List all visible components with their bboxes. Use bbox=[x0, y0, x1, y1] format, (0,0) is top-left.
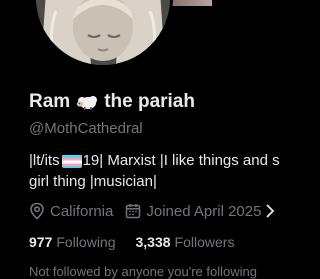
followers-count: 3,338 bbox=[135, 234, 171, 250]
profile-avatar[interactable] bbox=[33, 0, 173, 68]
follow-stats: 977 Following 3,338 Followers bbox=[29, 234, 234, 250]
bio-line-1: |lt/its 19| Marxist |I like things and s bbox=[29, 150, 320, 171]
location-pin-icon bbox=[30, 202, 44, 220]
profile-bio: |lt/its 19| Marxist |I like things and s… bbox=[29, 150, 320, 192]
following-count: 977 bbox=[29, 234, 53, 250]
transgender-flag-icon bbox=[61, 154, 82, 168]
profile-handle: @MothCathedral bbox=[29, 120, 143, 137]
profile-display-name: Ram the pariah bbox=[29, 91, 195, 113]
chevron-right-icon[interactable] bbox=[265, 203, 275, 219]
avatar-illustration bbox=[36, 0, 170, 65]
profile-location: California bbox=[29, 202, 113, 220]
calendar-icon bbox=[126, 204, 141, 219]
bio-line-2: girl thing |musician| bbox=[29, 173, 157, 190]
sheep-icon bbox=[76, 93, 98, 111]
join-date-text: Joined April 2025 bbox=[146, 202, 262, 220]
following-label: Following bbox=[56, 234, 116, 250]
bio-text-start: |lt/its bbox=[29, 152, 60, 169]
display-name-text: Ram bbox=[29, 91, 71, 112]
followers-link[interactable]: 3,338 Followers bbox=[136, 234, 235, 250]
profile-meta-row: California Joined April 2025 bbox=[29, 202, 280, 220]
bio-text-continued: 19| Marxist |I like things and s bbox=[82, 152, 280, 169]
display-name-text-suffix: the pariah bbox=[104, 91, 195, 112]
banner-image-fragment bbox=[172, 0, 212, 6]
following-link[interactable]: 977 Following bbox=[29, 234, 116, 250]
location-text: California bbox=[50, 202, 114, 220]
followed-by-text: Not followed by anyone you're following bbox=[29, 264, 257, 279]
followers-label: Followers bbox=[174, 234, 235, 250]
profile-join-date: Joined April 2025 bbox=[125, 203, 280, 220]
